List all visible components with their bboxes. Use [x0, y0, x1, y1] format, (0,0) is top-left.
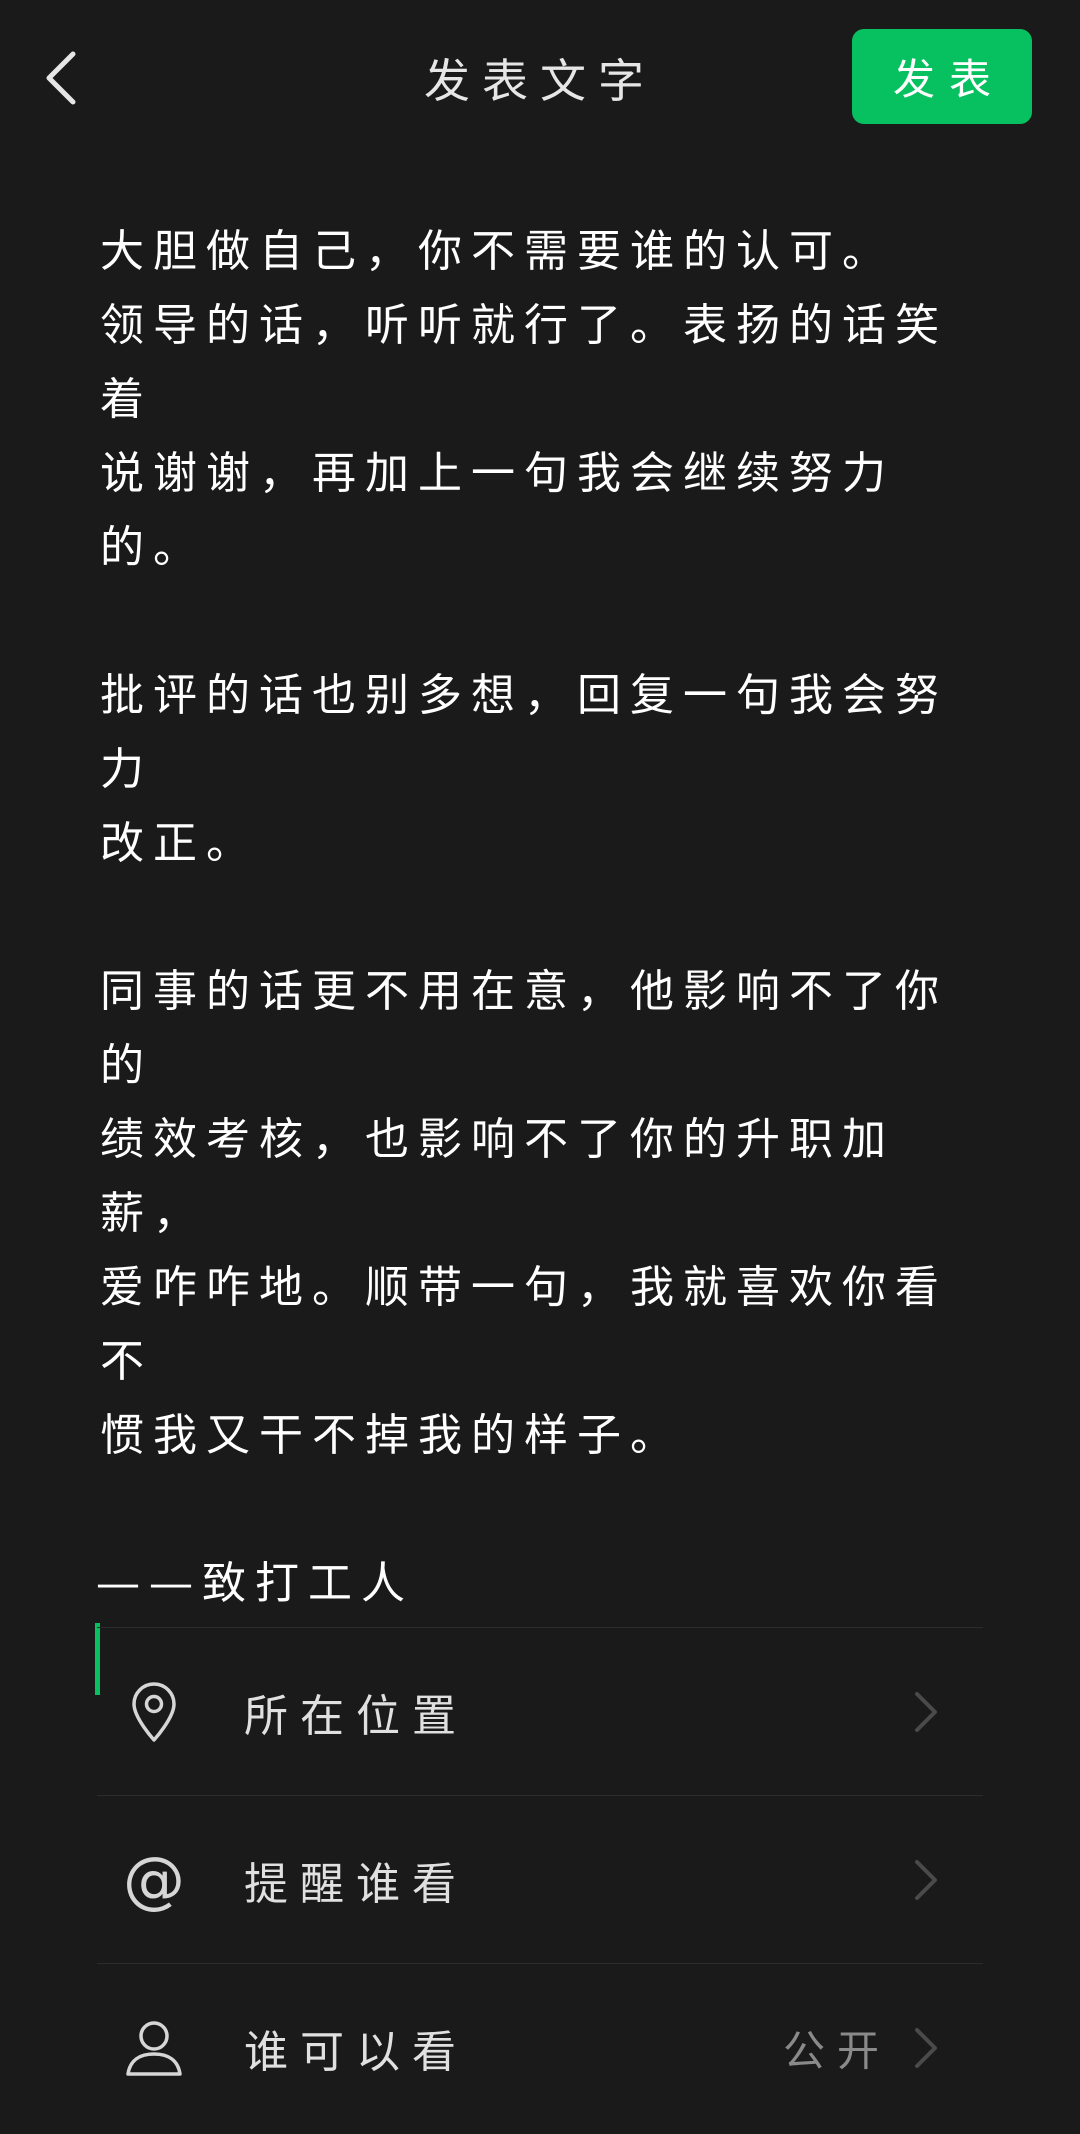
option-location[interactable]: 所在位置	[97, 1627, 983, 1795]
at-sign-glyph: @	[123, 1842, 185, 1916]
top-bar: 发表文字 发表	[0, 0, 1080, 155]
option-label: 所在位置	[244, 1690, 468, 1742]
text-line: 批评的话也别多想，回复一句我会努力	[100, 670, 948, 795]
text-editor[interactable]: 大胆做自己，你不需要谁的认可。 领导的话，听听就行了。表扬的话笑着 说谢谢，再加…	[95, 215, 980, 1695]
text-line: 大胆做自己，你不需要谁的认可。	[100, 226, 895, 277]
option-label: 提醒谁看	[244, 1858, 468, 1910]
paragraph: 批评的话也别多想，回复一句我会努力 改正。	[100, 659, 980, 881]
text-line: 说谢谢，再加上一句我会继续努力的。	[100, 448, 895, 573]
chevron-right-icon	[915, 1859, 937, 1900]
text-line: 绩效考核，也影响不了你的升职加薪，	[100, 1114, 895, 1239]
text-line: 惯我又干不掉我的样子。	[100, 1410, 683, 1461]
text-line: 爱咋咋地。顺带一句，我就喜欢你看不	[100, 1262, 948, 1387]
option-mention[interactable]: @ 提醒谁看	[97, 1795, 983, 1963]
text-line: 同事的话更不用在意，他影响不了你的	[100, 966, 948, 1091]
text-line: 改正。	[100, 818, 259, 869]
publish-button[interactable]: 发表	[852, 29, 1032, 124]
option-visibility[interactable]: 谁可以看 公开	[97, 1963, 983, 2131]
paragraph: 大胆做自己，你不需要谁的认可。 领导的话，听听就行了。表扬的话笑着 说谢谢，再加…	[100, 215, 980, 585]
chevron-right-icon	[915, 1691, 937, 1732]
signature-line: ——致打工人	[96, 1558, 414, 1609]
paragraph: 同事的话更不用在意，他影响不了你的 绩效考核，也影响不了你的升职加薪， 爱咋咋地…	[100, 955, 980, 1473]
chevron-right-icon	[915, 2027, 937, 2068]
visibility-value: 公开	[782, 2026, 891, 2075]
at-sign-icon: @	[123, 1842, 185, 1916]
option-label: 谁可以看	[244, 2026, 468, 2078]
text-line: 领导的话，听听就行了。表扬的话笑着	[100, 300, 948, 425]
person-icon	[124, 2016, 184, 2080]
location-pin-icon	[124, 1680, 184, 1744]
post-options: 所在位置 @ 提醒谁看 谁可以看 公开	[97, 1627, 983, 2131]
